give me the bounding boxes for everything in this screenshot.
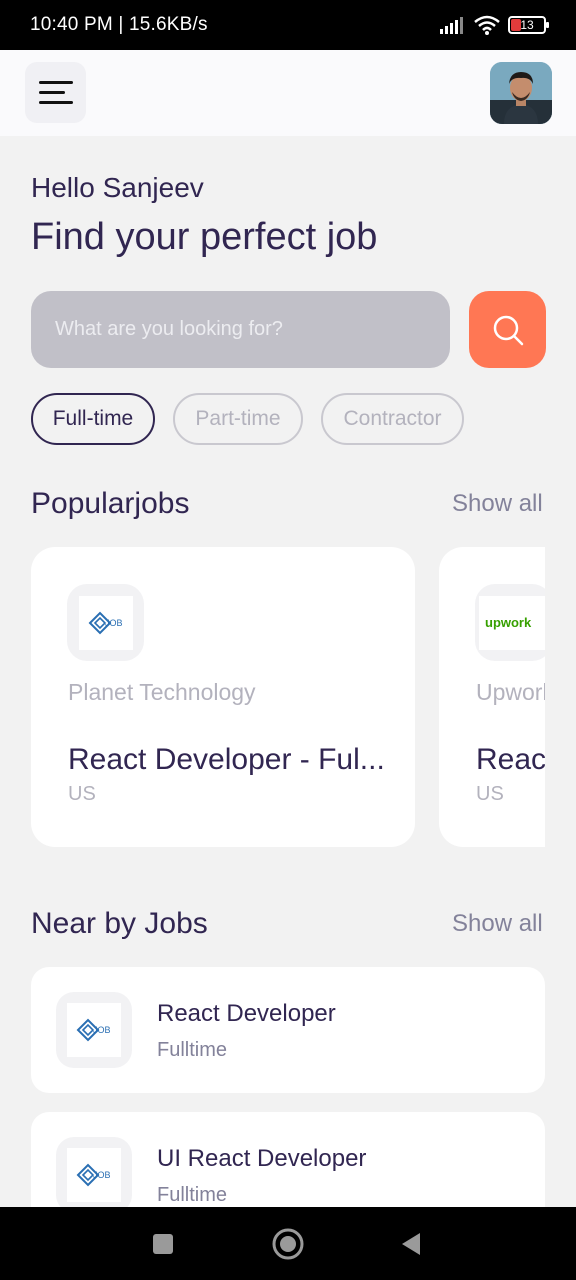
chip-part-time[interactable]: Part-time <box>173 393 303 445</box>
greeting-text: Hello Sanjeev <box>31 172 204 203</box>
wifi-icon <box>474 15 500 35</box>
status-time: 10:40 PM | 15.6KB/s <box>30 14 208 35</box>
job-location: US <box>476 783 504 805</box>
chip-contractor[interactable]: Contractor <box>321 393 464 445</box>
profile-avatar[interactable] <box>490 62 552 124</box>
battery-icon: 13 <box>508 16 549 34</box>
battery-level: 13 <box>520 18 534 32</box>
job-title: React Developer <box>157 1000 336 1027</box>
popular-jobs-carousel[interactable]: JOB Planet Technology React Developer - … <box>31 547 545 847</box>
search-button[interactable] <box>469 291 546 368</box>
company-name: Planet Technology <box>68 679 256 705</box>
popular-job-card[interactable]: upwork Upwork React US <box>439 547 545 847</box>
search-field[interactable] <box>31 291 450 368</box>
company-logo: upwork <box>475 584 545 661</box>
system-nav-bar <box>0 1207 576 1280</box>
popular-job-card[interactable]: JOB Planet Technology React Developer - … <box>31 547 415 847</box>
nearby-show-all-link[interactable]: Show all <box>452 910 543 938</box>
popular-show-all-link[interactable]: Show all <box>452 490 543 518</box>
signal-icon <box>440 17 463 34</box>
recents-button[interactable] <box>140 1207 186 1280</box>
status-icons: 13 <box>440 15 549 35</box>
menu-button[interactable] <box>25 62 86 123</box>
job-type: Fulltime <box>157 1184 228 1206</box>
job-logo-icon: JOB <box>88 611 123 634</box>
app-header <box>0 50 576 136</box>
company-logo: JOB <box>56 1137 132 1213</box>
job-logo-icon: JOB <box>76 1018 111 1042</box>
job-location: US <box>68 783 96 805</box>
search-icon <box>493 315 523 345</box>
svg-text:upwork: upwork <box>485 615 532 630</box>
home-button[interactable] <box>265 1207 311 1280</box>
job-logo-icon: JOB <box>76 1163 111 1187</box>
job-title: React <box>476 743 545 776</box>
back-button[interactable] <box>388 1207 434 1280</box>
square-icon <box>153 1233 173 1254</box>
upwork-logo-icon: upwork <box>485 615 532 630</box>
svg-text:JOB: JOB <box>93 1025 111 1035</box>
svg-text:JOB: JOB <box>105 618 123 628</box>
home-circle-icon <box>272 1228 304 1259</box>
job-title: React Developer - Ful... <box>68 743 385 776</box>
menu-icon <box>39 81 73 84</box>
popular-jobs-title: Popularjobs <box>31 487 190 520</box>
company-logo: JOB <box>67 584 144 661</box>
job-type: Fulltime <box>157 1039 228 1061</box>
chip-full-time[interactable]: Full-time <box>31 393 155 445</box>
back-triangle-icon <box>402 1232 420 1255</box>
svg-text:JOB: JOB <box>93 1170 111 1180</box>
status-bar: 10:40 PM | 15.6KB/s 13 <box>0 0 576 50</box>
company-name: Upwork <box>476 679 545 705</box>
nearby-job-card[interactable]: JOB React Developer Fulltime <box>31 967 545 1093</box>
nearby-jobs-title: Near by Jobs <box>31 907 208 940</box>
search-input[interactable] <box>55 318 450 341</box>
company-logo: JOB <box>56 992 132 1068</box>
job-title: UI React Developer <box>157 1145 367 1172</box>
page-headline: Find your perfect job <box>31 216 378 258</box>
